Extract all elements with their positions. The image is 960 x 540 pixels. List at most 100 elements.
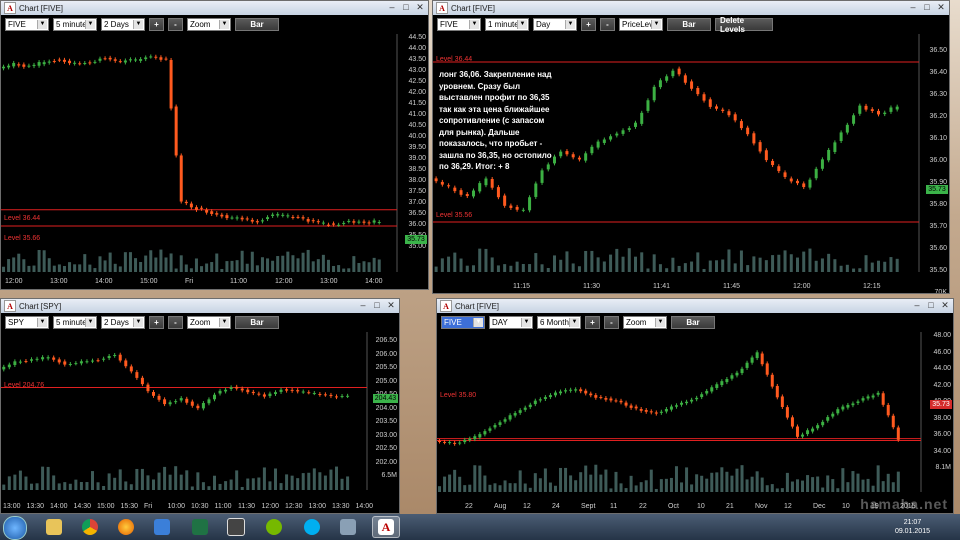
volume-bar: [291, 255, 295, 272]
candle-body: [609, 398, 613, 401]
interval-select[interactable]: 5 minutes ▼: [53, 316, 97, 329]
delete-levels-button[interactable]: Delete Levels: [715, 16, 773, 34]
maximize-icon[interactable]: □: [921, 2, 933, 13]
x-tick-label: 11:00: [214, 503, 232, 510]
zoom-in-button[interactable]: +: [149, 316, 164, 329]
chart-window-five-daily[interactable]: A Chart [FIVE] – □ ✕ FIVE ▼ DAY ▼ 6 Months…: [436, 298, 954, 514]
zoom-select[interactable]: Zoom ▼: [187, 316, 231, 329]
window-titlebar[interactable]: A Chart [FIVE] – □ ✕: [1, 1, 428, 15]
firefox-icon[interactable]: [112, 516, 140, 538]
excel-icon[interactable]: [186, 516, 214, 538]
volume-bar: [796, 257, 799, 272]
skype-icon[interactable]: [298, 516, 326, 538]
candle-body: [434, 178, 438, 182]
candle-body: [490, 178, 494, 188]
close-icon[interactable]: ✕: [414, 2, 426, 13]
candle-body: [739, 121, 743, 129]
window-titlebar[interactable]: A Chart [SPY] – □ ✕: [1, 299, 399, 313]
chart-plot-area[interactable]: 36.50 36.40 36.30 36.20 36.10 36.00 35.90 35.80…: [433, 34, 949, 293]
start-orb-icon[interactable]: [3, 516, 27, 540]
media-icon[interactable]: [222, 516, 250, 538]
symbol-select[interactable]: FIVE ▼: [5, 18, 49, 31]
store-icon[interactable]: [148, 516, 176, 538]
zoom-select[interactable]: Zoom ▼: [623, 316, 667, 329]
interval-select[interactable]: 5 minutes ▼: [53, 18, 97, 31]
chart-window-spy[interactable]: A Chart [SPY] – □ ✕ SPY ▼ 5 minutes ▼ 2 Da…: [0, 298, 400, 514]
close-icon[interactable]: ✕: [935, 2, 947, 13]
volume-bar: [146, 475, 150, 490]
chart-plot-area[interactable]: 206.50206.00205.50205.00204.50204.00203.…: [1, 332, 399, 513]
volume-bar: [102, 485, 106, 490]
candle-body: [523, 407, 527, 410]
chrome-icon[interactable]: [76, 516, 104, 538]
y-tick-label: 203.00: [375, 431, 397, 439]
zoom-out-button[interactable]: -: [604, 316, 619, 329]
candle-body: [257, 393, 261, 395]
chart-app-taskbar-icon[interactable]: A: [372, 516, 400, 538]
candle-body: [590, 146, 594, 154]
candle-body: [140, 377, 144, 385]
chart-plot-area[interactable]: 48.0046.0044.0042.0040.0038.0036.0034.00…: [437, 332, 953, 513]
volume-bar: [79, 481, 83, 490]
candle-body: [639, 409, 643, 411]
zoom-select[interactable]: Zoom ▼: [187, 18, 231, 31]
zoom-in-button[interactable]: +: [585, 316, 600, 329]
candle-body: [321, 222, 325, 224]
utorrent-icon[interactable]: [260, 516, 288, 538]
zoom-in-button[interactable]: +: [149, 18, 164, 31]
candle-body: [463, 439, 467, 443]
candle-body: [814, 168, 818, 179]
symbol-select[interactable]: SPY ▼: [5, 316, 49, 329]
volume-bar: [2, 484, 6, 490]
minimize-icon[interactable]: –: [911, 300, 923, 311]
candle-body: [745, 362, 749, 368]
minimize-icon[interactable]: –: [386, 2, 398, 13]
symbol-select[interactable]: FIVE ▼: [437, 18, 481, 31]
tool-select[interactable]: PriceLeve ▼: [619, 18, 663, 31]
folder-icon[interactable]: [40, 516, 68, 538]
candle-body: [316, 221, 320, 223]
zoom-out-button[interactable]: -: [600, 18, 615, 31]
range-select[interactable]: 2 Days ▼: [101, 316, 145, 329]
zoom-out-button[interactable]: -: [168, 18, 183, 31]
volume-bar: [528, 264, 532, 272]
interval-select[interactable]: DAY ▼: [489, 316, 533, 329]
interval-select[interactable]: 1 minute ▼: [485, 18, 529, 31]
close-icon[interactable]: ✕: [939, 300, 951, 311]
range-select[interactable]: 6 Months ▼: [537, 316, 581, 329]
minimize-icon[interactable]: –: [357, 300, 369, 311]
chart-type-button[interactable]: Bar: [235, 316, 279, 329]
tool-icon[interactable]: [334, 516, 362, 538]
chart-type-button[interactable]: Bar: [235, 18, 279, 31]
candle-body: [644, 410, 648, 412]
chart-window-five-1min[interactable]: A Chart [FIVE] – □ ✕ FIVE ▼ 1 minute ▼ Day…: [432, 0, 950, 294]
minimize-icon[interactable]: –: [907, 2, 919, 13]
chart-toolbar: FIVE ▼ DAY ▼ 6 Months ▼ + - Zoom ▼ Bar: [437, 313, 953, 332]
volume-bar: [218, 483, 222, 490]
range-select[interactable]: 2 Days ▼: [101, 18, 145, 31]
volume-bar: [669, 477, 673, 492]
system-clock[interactable]: 21:07 09.01.2015: [895, 518, 930, 536]
volume-bar: [271, 260, 275, 272]
range-select[interactable]: Day ▼: [533, 18, 577, 31]
maximize-icon[interactable]: □: [925, 300, 937, 311]
chart-plot-area[interactable]: 44.50 44.00 43.50 43.00 42.50 42.00 41.50 41.00…: [1, 34, 428, 289]
volume-bar: [708, 260, 712, 272]
volume-bar: [225, 261, 229, 272]
chart-type-button[interactable]: Bar: [671, 316, 715, 329]
symbol-select[interactable]: FIVE ▼: [441, 316, 485, 329]
maximize-icon[interactable]: □: [400, 2, 412, 13]
volume-bar: [107, 473, 111, 490]
maximize-icon[interactable]: □: [371, 300, 383, 311]
chart-type-button[interactable]: Bar: [667, 18, 711, 31]
window-titlebar[interactable]: A Chart [FIVE] – □ ✕: [433, 1, 949, 15]
volume-bar: [123, 252, 127, 272]
close-icon[interactable]: ✕: [385, 300, 397, 311]
zoom-out-button[interactable]: -: [168, 316, 183, 329]
volume-bar: [357, 263, 361, 272]
window-titlebar[interactable]: A Chart [FIVE] – □ ✕: [437, 299, 953, 313]
zoom-in-button[interactable]: +: [581, 18, 596, 31]
candle-body: [83, 63, 87, 65]
candle-body: [85, 361, 89, 363]
chart-window-five-intraday[interactable]: A Chart [FIVE] – □ ✕ FIVE ▼ 5 minutes ▼ 2 …: [0, 0, 429, 290]
